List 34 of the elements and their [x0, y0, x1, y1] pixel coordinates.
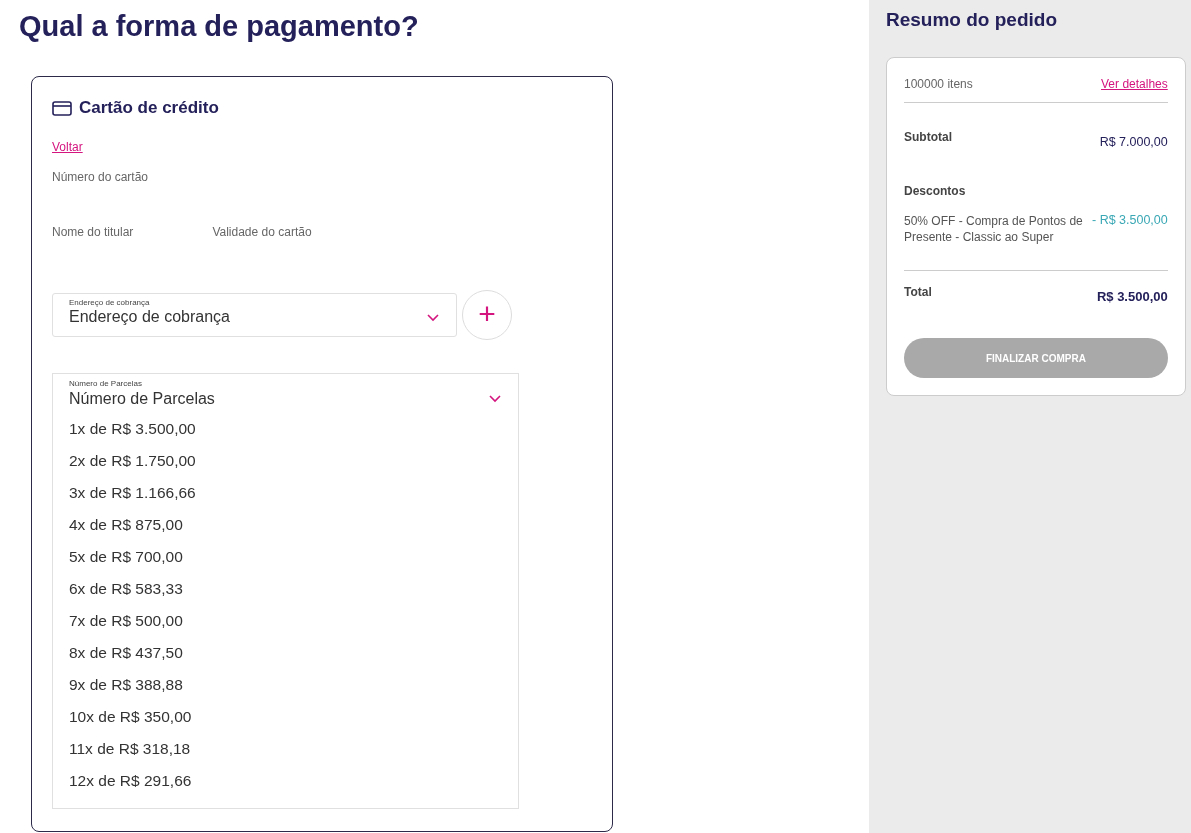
field-label: Validade do cartão — [212, 225, 312, 241]
billing-address-select[interactable]: Endereço de cobrança Endereço de cobrança — [52, 293, 457, 337]
dropdown-option[interactable]: 4x de R$ 875,00 — [53, 515, 518, 547]
dropdown-option[interactable]: 7x de R$ 500,00 — [53, 611, 518, 643]
total-value: R$ 3.500,00 — [1096, 289, 1168, 304]
total-label: Total — [904, 285, 932, 299]
items-count: 100000 itens — [904, 77, 973, 91]
dropdown-option[interactable]: 9x de R$ 388,88 — [53, 675, 518, 707]
card-title: Cartão de crédito — [79, 98, 219, 118]
page-title: Qual a forma de pagamento? — [19, 9, 419, 44]
dropdown-option[interactable]: 10x de R$ 350,00 — [53, 707, 518, 739]
discounts-label: Descontos — [904, 184, 966, 198]
dropdown-option[interactable]: 1x de R$ 3.500,00 — [53, 419, 518, 451]
back-link[interactable]: Voltar — [52, 140, 83, 154]
subtotal-value: R$ 7.000,00 — [1099, 135, 1168, 149]
field-label: Nome do titular — [52, 225, 134, 241]
summary-title: Resumo do pedido — [886, 8, 1057, 32]
discount-value: - R$ 3.500,00 — [1092, 213, 1168, 227]
discount-description: 50% OFF - Compra de Pontos de Presente - Classic ao Super — [904, 213, 1084, 245]
dropdown-option[interactable]: 5x de R$ 700,00 — [53, 547, 518, 579]
chevron-down-icon — [427, 314, 439, 322]
installments-select[interactable]: Número de Parcelas Número de Parcelas — [53, 374, 518, 408]
credit-card-icon — [52, 100, 72, 116]
chevron-down-icon — [489, 395, 501, 403]
field-label: Número do cartão — [52, 170, 149, 184]
dropdown-option[interactable]: 11x de R$ 318,18 — [53, 739, 518, 771]
dropdown-option[interactable]: 3x de R$ 1.166,66 — [53, 483, 518, 515]
dropdown-option[interactable]: 12x de R$ 291,66 — [53, 771, 518, 803]
details-link[interactable]: Ver detalhes — [1101, 77, 1168, 91]
subtotal-label: Subtotal — [904, 130, 952, 144]
add-button[interactable]: + — [462, 290, 512, 340]
dropdown-option[interactable]: 6x de R$ 583,33 — [53, 579, 518, 611]
dropdown-option[interactable]: 8x de R$ 437,50 — [53, 643, 518, 675]
dropdown-option[interactable]: 2x de R$ 1.750,00 — [53, 451, 518, 483]
